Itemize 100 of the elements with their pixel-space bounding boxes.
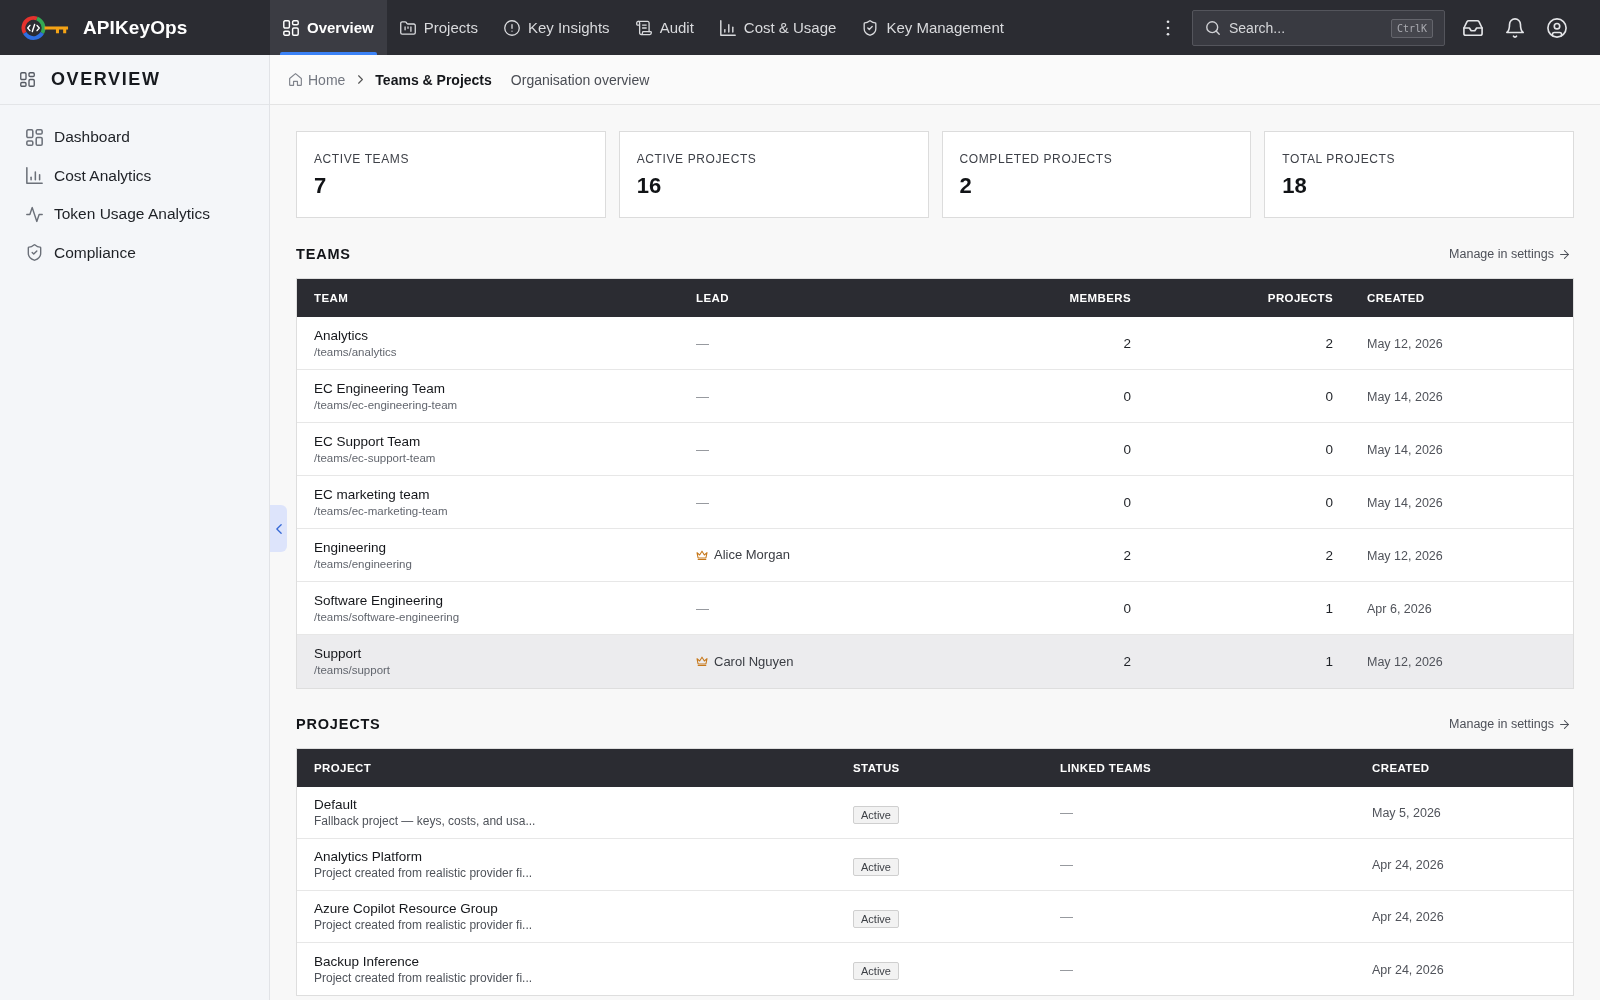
project-count: 0 — [1325, 388, 1333, 404]
no-lead-dash: — — [696, 494, 709, 510]
nav-tab[interactable]: Audit — [622, 0, 707, 55]
nav-tab[interactable]: Projects — [386, 0, 491, 55]
bar-chart-icon — [719, 19, 736, 36]
sidebar-item[interactable]: Compliance — [26, 233, 136, 272]
stat-value: 16 — [636, 173, 662, 199]
shield-check-icon — [26, 244, 43, 262]
project-count: 1 — [1325, 654, 1333, 669]
inbox-icon[interactable] — [1463, 17, 1483, 38]
user-circle-icon[interactable] — [1547, 17, 1567, 38]
stat-label: ACTIVE PROJECTS — [636, 151, 757, 167]
chevron-right-icon — [358, 75, 364, 84]
chevron-left-icon — [275, 523, 282, 534]
no-lead-dash: — — [696, 335, 709, 351]
column-header: PROJECTS — [1266, 292, 1334, 304]
column-header: LINKED TEAMS — [1059, 762, 1153, 774]
team-path: /teams/analytics — [314, 344, 397, 360]
breadcrumb-home-link[interactable]: Home — [289, 71, 346, 88]
manage-settings-link[interactable]: Manage in settings — [1449, 247, 1569, 261]
crown-icon — [696, 549, 708, 560]
created-date: Apr 6, 2026 — [1367, 601, 1432, 616]
created-date: May 5, 2026 — [1372, 806, 1441, 820]
exclamation-circle-icon — [503, 19, 520, 36]
section-title: TEAMS — [296, 246, 351, 262]
team-path: /teams/ec-marketing-team — [314, 503, 448, 519]
nav-tab[interactable]: Overview — [270, 0, 387, 55]
team-name: Support — [314, 645, 362, 662]
team-name: Software Engineering — [314, 591, 444, 609]
no-lead-dash: — — [696, 388, 709, 404]
project-count: 0 — [1325, 441, 1333, 457]
no-lead-dash: — — [696, 600, 709, 616]
dashboard-grid-icon — [20, 72, 35, 87]
team-path: /teams/engineering — [314, 556, 412, 572]
no-linked-teams-dash: — — [1060, 857, 1073, 872]
team-path: /teams/software-engineering — [314, 609, 460, 625]
member-count: 0 — [1123, 441, 1131, 457]
member-count: 0 — [1123, 388, 1131, 404]
project-count: 2 — [1325, 335, 1333, 351]
column-header: PROJECT — [313, 762, 373, 774]
sidebar-item[interactable]: Token Usage Analytics — [26, 195, 210, 234]
column-header: TEAM — [313, 292, 350, 304]
bell-icon[interactable] — [1505, 17, 1525, 38]
manage-settings-link[interactable]: Manage in settings — [1449, 717, 1569, 731]
sidebar-title: OVERVIEW — [51, 69, 161, 90]
nav-tab[interactable]: Cost & Usage — [706, 0, 850, 55]
sidebar-item[interactable]: Cost Analytics — [26, 156, 152, 195]
column-header: CREATED — [1371, 762, 1431, 774]
project-description: Project created from realistic provider fi... — [314, 970, 533, 986]
team-name: Analytics — [314, 326, 369, 344]
member-count: 0 — [1123, 600, 1131, 616]
member-count: 2 — [1123, 335, 1131, 351]
column-header: STATUS — [852, 762, 901, 774]
member-count: 2 — [1123, 547, 1131, 563]
status-badge: Active — [853, 805, 899, 824]
team-name: Engineering — [314, 538, 387, 556]
team-name: EC marketing team — [314, 485, 430, 503]
project-name: Analytics Platform — [314, 848, 423, 865]
member-count: 0 — [1123, 494, 1131, 510]
folder-icon — [399, 19, 416, 36]
arrow-right-icon — [1560, 719, 1569, 729]
status-badge: Active — [853, 909, 899, 928]
project-name: Azure Copilot Resource Group — [314, 900, 498, 917]
stat-value: 7 — [314, 173, 327, 199]
dashboard-grid-icon — [26, 128, 43, 146]
project-description: Project created from realistic provider fi... — [314, 918, 533, 933]
scroll-icon — [635, 19, 652, 36]
app-name: APIKeyOps — [83, 16, 188, 39]
created-date: May 14, 2026 — [1367, 442, 1443, 457]
sidebar-item[interactable]: Dashboard — [26, 118, 130, 157]
lead-name: Alice Morgan — [714, 547, 790, 563]
team-name: EC Support Team — [314, 432, 421, 450]
column-header: CREATED — [1366, 292, 1426, 304]
project-description: Project created from realistic provider fi... — [314, 866, 533, 881]
stat-label: ACTIVE TEAMS — [314, 151, 409, 167]
stat-value: 18 — [1282, 173, 1307, 199]
three-dots-icon[interactable] — [1166, 19, 1170, 36]
team-path: /teams/ec-support-team — [314, 450, 436, 466]
dashboard-grid-icon — [283, 19, 299, 36]
team-name: EC Engineering Team — [314, 379, 446, 397]
logo-icon — [21, 14, 69, 41]
lead-name: Carol Nguyen — [714, 653, 794, 669]
nav-tab[interactable]: Key Insights — [490, 0, 623, 55]
page-subtitle: Organisation overview — [510, 71, 650, 88]
no-linked-teams-dash: — — [1060, 961, 1073, 977]
search-icon — [1206, 20, 1220, 35]
created-date: May 14, 2026 — [1367, 495, 1443, 510]
team-row[interactable]: Support /teams/support Carol Nguyen 2 1 May 12, 2026 — [297, 635, 1573, 688]
no-linked-teams-dash: — — [1060, 805, 1073, 820]
nav-tab[interactable]: Key Management — [849, 0, 1017, 55]
section-title: PROJECTS — [296, 716, 381, 732]
created-date: Apr 24, 2026 — [1372, 962, 1444, 977]
created-date: May 14, 2026 — [1367, 389, 1443, 404]
column-header: LEAD — [695, 292, 730, 304]
shield-check-icon — [862, 19, 879, 36]
project-count: 0 — [1325, 494, 1333, 510]
created-date: May 12, 2026 — [1367, 336, 1443, 351]
project-count: 2 — [1325, 547, 1333, 563]
status-badge: Active — [853, 857, 899, 876]
project-name: Backup Inference — [314, 952, 420, 970]
